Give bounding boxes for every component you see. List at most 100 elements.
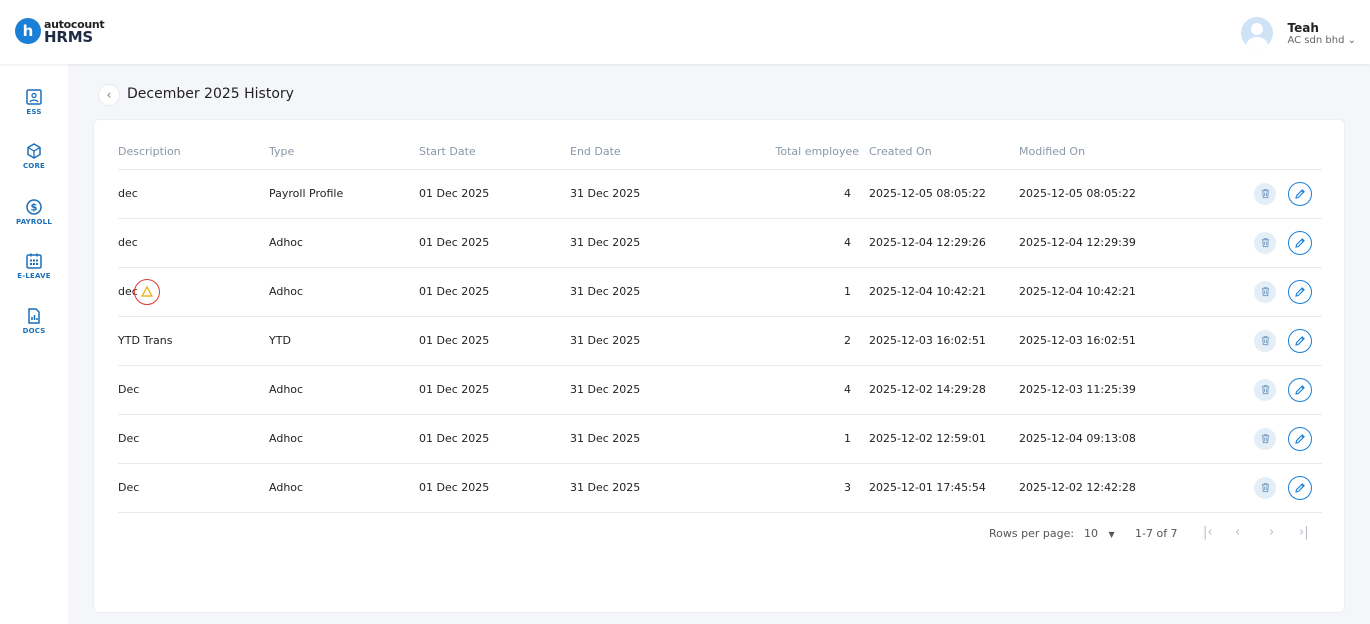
next-page-icon[interactable]: › [1269, 525, 1274, 540]
cube-icon [27, 143, 41, 159]
table-row[interactable]: Dec Adhoc 01 Dec 2025 31 Dec 2025 1 2025-12-0… [118, 414, 1322, 464]
pagination: Rows per page: 10 ▼ 1-7 of 7 |‹ ‹ › ›| [989, 524, 1324, 544]
pencil-icon [1294, 433, 1306, 445]
sidebar-item-ess[interactable]: ESS [0, 88, 68, 116]
sidebar-item-core[interactable]: CORE [0, 142, 68, 170]
table-row[interactable]: dec Adhoc 01 Dec 2025 31 Dec 2025 4 2025-12-0… [118, 218, 1322, 268]
pencil-icon [1294, 237, 1306, 249]
user-name: Teah [1287, 20, 1319, 35]
chevron-left-icon: ‹ [106, 87, 112, 103]
cell-type: Adhoc [269, 267, 419, 317]
avatar[interactable] [1241, 17, 1274, 49]
row-actions [1222, 230, 1322, 255]
description-text: dec [118, 187, 138, 200]
cell-end-date: 31 Dec 2025 [570, 365, 721, 415]
table-row[interactable]: dec Payroll Profile 01 Dec 2025 31 Dec 2025… [118, 169, 1322, 219]
cell-modified-on: 2025-12-04 09:13:08 [1019, 414, 1222, 464]
caret-down-icon: ▼ [1108, 530, 1115, 539]
delete-button[interactable] [1254, 182, 1276, 205]
column-header-type[interactable]: Type [269, 134, 419, 170]
column-header-modified-on[interactable]: Modified On [1019, 134, 1222, 170]
cell-created-on: 2025-12-05 08:05:22 [869, 169, 1019, 219]
back-button[interactable]: ‹ [98, 84, 120, 106]
cell-total-employee: 1 [721, 414, 869, 464]
cell-end-date: 31 Dec 2025 [570, 218, 721, 268]
table-row[interactable]: YTD Trans YTD 01 Dec 2025 31 Dec 2025 2 2025-… [118, 316, 1322, 366]
cell-start-date: 01 Dec 2025 [419, 414, 570, 464]
sidebar-item-label: CORE [22, 162, 46, 170]
cell-modified-on: 2025-12-04 12:29:39 [1019, 218, 1222, 268]
cell-end-date: 31 Dec 2025 [570, 414, 721, 464]
cell-description: Dec [118, 463, 269, 513]
cell-end-date: 31 Dec 2025 [570, 169, 721, 219]
sidebar-item-docs[interactable]: DOCS [0, 307, 68, 335]
edit-button[interactable] [1288, 377, 1312, 402]
cell-end-date: 31 Dec 2025 [570, 267, 721, 317]
cell-created-on: 2025-12-04 12:29:26 [869, 218, 1019, 268]
cell-description: dec [118, 267, 269, 317]
table-row[interactable]: Dec Adhoc 01 Dec 2025 31 Dec 2025 3 2025-12-0… [118, 463, 1322, 513]
cell-created-on: 2025-12-02 14:29:28 [869, 365, 1019, 415]
column-header-description[interactable]: Description [118, 134, 269, 170]
cell-description: YTD Trans [118, 316, 269, 366]
edit-button[interactable] [1288, 426, 1312, 451]
table-header-row: Description Type Start Date End Date Tot… [118, 134, 1322, 170]
cell-created-on: 2025-12-03 16:02:51 [869, 316, 1019, 366]
top-header: h autocount HRMS Teah AC sdn bhd ⌄ [0, 0, 1370, 64]
cell-modified-on: 2025-12-04 10:42:21 [1019, 267, 1222, 317]
brand-big: HRMS [44, 28, 94, 46]
cell-start-date: 01 Dec 2025 [419, 316, 570, 366]
cell-end-date: 31 Dec 2025 [570, 463, 721, 513]
delete-button[interactable] [1254, 329, 1276, 352]
cell-created-on: 2025-12-02 12:59:01 [869, 414, 1019, 464]
column-header-end-date[interactable]: End Date [570, 134, 721, 170]
cell-created-on: 2025-12-04 10:42:21 [869, 267, 1019, 317]
trash-icon [1260, 482, 1271, 493]
edit-button[interactable] [1288, 279, 1312, 304]
column-header-total-employee[interactable]: Total employee [721, 134, 869, 170]
delete-button[interactable] [1254, 378, 1276, 401]
edit-button[interactable] [1288, 230, 1312, 255]
user-info[interactable]: Teah AC sdn bhd ⌄ [1287, 21, 1356, 46]
row-actions [1222, 279, 1322, 304]
rows-per-page-select[interactable]: 10 ▼ [1084, 527, 1115, 540]
trash-icon [1260, 237, 1271, 248]
cell-type: Adhoc [269, 414, 419, 464]
history-table: Description Type Start Date End Date Tot… [118, 134, 1322, 513]
delete-button[interactable] [1254, 476, 1276, 499]
cell-type: YTD [269, 316, 419, 366]
delete-button[interactable] [1254, 427, 1276, 450]
last-page-icon[interactable]: ›| [1299, 525, 1309, 540]
prev-page-icon[interactable]: ‹ [1235, 525, 1240, 540]
cell-type: Adhoc [269, 218, 419, 268]
delete-button[interactable] [1254, 280, 1276, 303]
table-row[interactable]: dec Adhoc 01 Dec 2025 31 Dec 2025 1 2025-12-0… [118, 267, 1322, 317]
edit-button[interactable] [1288, 328, 1312, 353]
cell-actions [1222, 267, 1322, 317]
sidebar-item-payroll[interactable]: $ PAYROLL [0, 198, 68, 226]
column-header-created-on[interactable]: Created On [869, 134, 1019, 170]
cell-actions [1222, 463, 1322, 513]
column-header-start-date[interactable]: Start Date [419, 134, 570, 170]
app-logo[interactable]: h autocount HRMS [15, 18, 105, 46]
sidebar-item-e-leave[interactable]: E-LEAVE [0, 252, 68, 280]
cell-actions [1222, 414, 1322, 464]
edit-button[interactable] [1288, 181, 1312, 206]
document-chart-icon [28, 308, 40, 324]
chevron-down-icon: ⌄ [1347, 34, 1356, 46]
id-card-icon [26, 89, 42, 105]
cell-type: Adhoc [269, 365, 419, 415]
pencil-icon [1294, 286, 1306, 298]
delete-button[interactable] [1254, 231, 1276, 254]
column-header-actions [1222, 134, 1322, 170]
table-row[interactable]: Dec Adhoc 01 Dec 2025 31 Dec 2025 4 2025-12-0… [118, 365, 1322, 415]
edit-button[interactable] [1288, 475, 1312, 500]
user-menu[interactable]: Teah AC sdn bhd ⌄ [1241, 17, 1356, 49]
cell-description: Dec [118, 365, 269, 415]
cell-description: dec [118, 218, 269, 268]
user-company[interactable]: AC sdn bhd ⌄ [1287, 35, 1356, 46]
cell-actions [1222, 218, 1322, 268]
warning-badge[interactable] [133, 278, 160, 305]
first-page-icon[interactable]: |‹ [1203, 525, 1213, 540]
cell-total-employee: 2 [721, 316, 869, 366]
